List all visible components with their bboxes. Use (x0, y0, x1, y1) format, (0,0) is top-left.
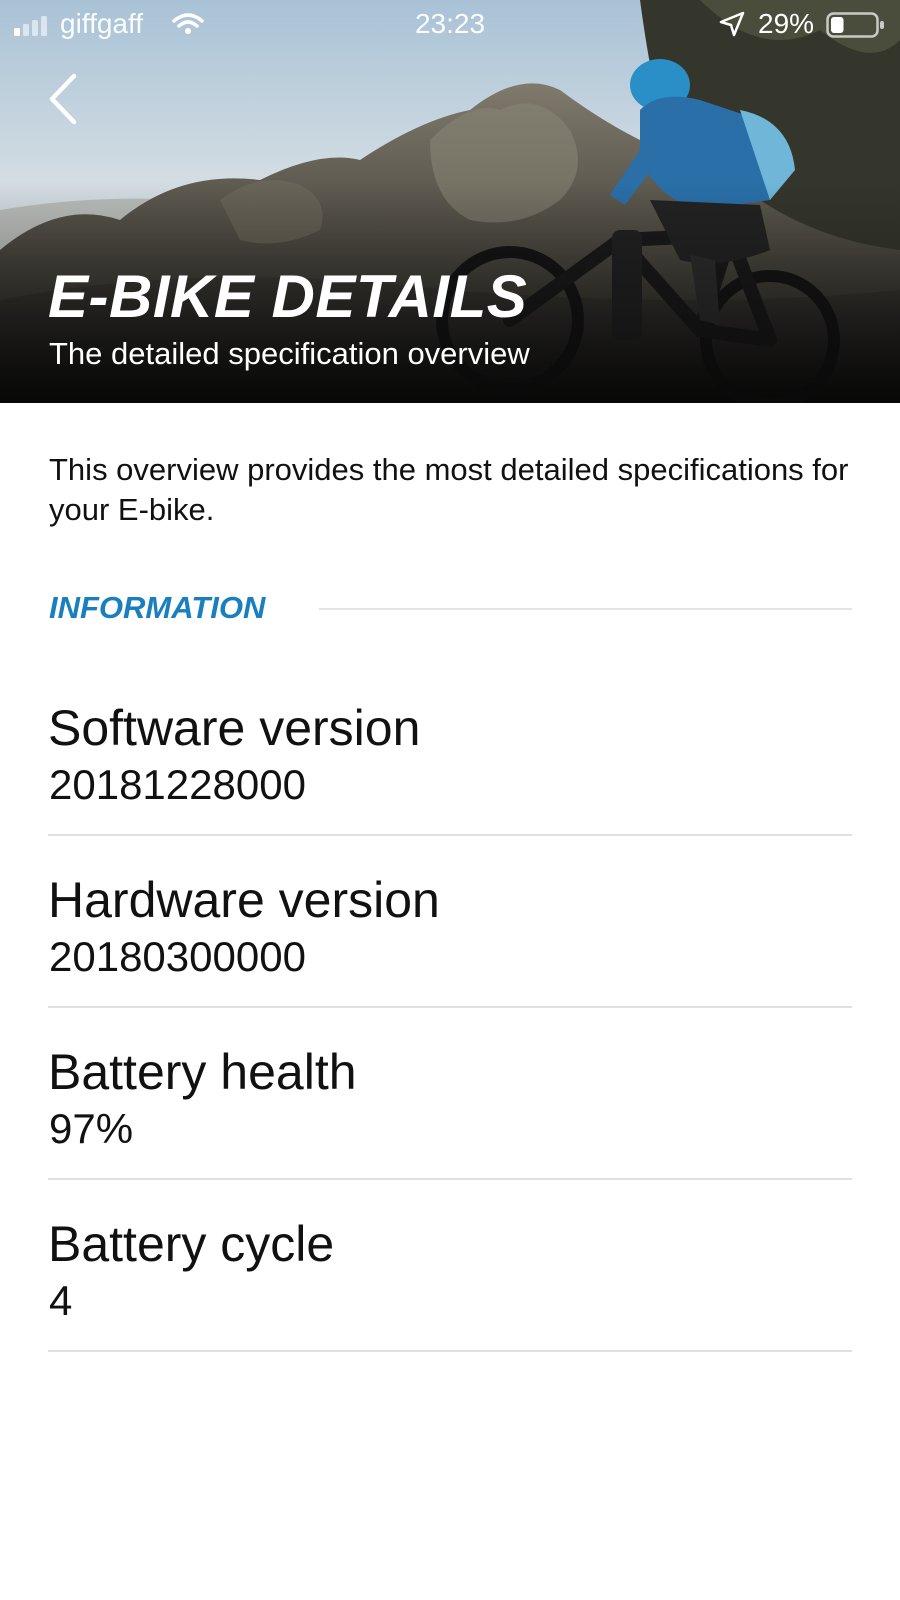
spec-value: 4 (49, 1277, 73, 1324)
spec-list: Software version 20181228000 Hardware ve… (48, 664, 852, 1352)
location-arrow-icon (719, 11, 745, 37)
hero-banner: giffgaff 23:23 29% E-BIKE DETAILS The de… (0, 0, 900, 403)
status-bar: giffgaff 23:23 29% (0, 0, 900, 48)
battery-icon (826, 12, 884, 38)
intro-text: This overview provides the most detailed… (49, 452, 849, 527)
chevron-left-icon (49, 73, 77, 125)
page-title: E-BIKE DETAILS (48, 263, 528, 330)
section-divider (319, 608, 852, 610)
spec-row-hardware-version: Hardware version 20180300000 (48, 836, 852, 1008)
ebike-details-screen: giffgaff 23:23 29% E-BIKE DETAILS The de… (0, 0, 900, 1600)
spec-label: Hardware version (48, 872, 440, 928)
battery-fill (831, 17, 844, 33)
spec-label: Battery health (48, 1044, 357, 1100)
back-button[interactable] (40, 70, 88, 128)
spec-value: 20180300000 (49, 933, 306, 980)
spec-row-software-version: Software version 20181228000 (48, 664, 852, 836)
spec-label: Battery cycle (48, 1216, 335, 1272)
spec-value: 97% (49, 1105, 134, 1152)
spec-label: Software version (48, 700, 421, 756)
spec-row-battery-health: Battery health 97% (48, 1008, 852, 1180)
spec-row-battery-cycle: Battery cycle 4 (48, 1180, 852, 1352)
section-header: INFORMATION (49, 584, 852, 634)
section-title: INFORMATION (49, 590, 266, 625)
spec-value: 20181228000 (49, 761, 306, 808)
battery-percentage: 29% (758, 8, 815, 39)
page-subtitle: The detailed specification overview (49, 336, 530, 371)
